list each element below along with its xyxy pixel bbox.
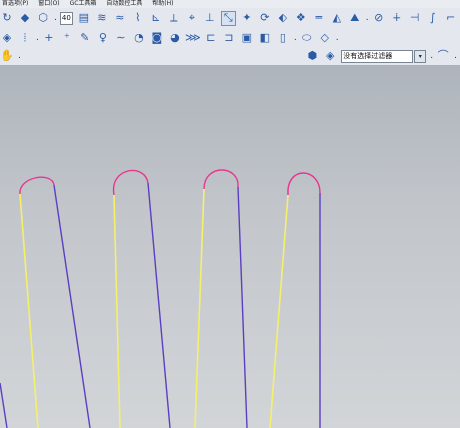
plane-icon[interactable]: ⊾	[149, 11, 163, 25]
value-field[interactable]: 40	[59, 11, 73, 25]
arc-icon[interactable]: ⊘	[372, 11, 386, 25]
curve3-icon[interactable]: ⌇	[131, 11, 145, 25]
purple-curve-1	[53, 184, 91, 428]
pencil-icon[interactable]: ✎	[78, 31, 92, 45]
hand-icon[interactable]: ✋	[0, 49, 14, 63]
filter-icon[interactable]: ◈	[323, 49, 337, 63]
surface-icon[interactable]: ⬭	[300, 31, 314, 45]
curve2-icon[interactable]: ≈	[113, 11, 127, 25]
axis-icon[interactable]: ⟂	[167, 11, 181, 25]
wire-cube-icon[interactable]: ⬡	[36, 11, 50, 25]
yellow-curve-1	[19, 193, 39, 428]
blend-icon[interactable]: ❖	[294, 11, 308, 25]
divide-icon[interactable]: ⊐	[222, 31, 236, 45]
magenta-arc-4	[287, 172, 321, 196]
project-icon[interactable]: ◙	[150, 31, 164, 45]
toolbar-row-2: ◈ ⦙ . + ⁺ ✎ ♀ ∼ ◔ ◙ ◕ ⋙ ⊏ ⊐ ▣ ◧ ▯ . ⬭ ◇ …	[0, 28, 460, 48]
selection-filter-field[interactable]: 没有选择过滤器	[341, 49, 414, 63]
select-icon[interactable]: ⬢	[305, 49, 319, 63]
analyze-icon[interactable]: ◧	[258, 31, 272, 45]
wave-select-icon[interactable]: ⌒	[436, 49, 450, 63]
plus-icon[interactable]: +	[42, 31, 56, 45]
graphics-viewport[interactable]	[0, 65, 460, 428]
toolbar-row-1: ↻ ◆ ⬡ . 40 ▤ ≋ ≈ ⌇ ⊾ ⟂ ⌖ ⊥ ⤡ ✦ ⟳ ⬖ ❖ ═ ◭…	[0, 8, 460, 29]
yellow-curve-3	[194, 188, 205, 428]
solid-cube-icon[interactable]: ◆	[18, 11, 32, 25]
point-constructor-icon[interactable]: ⦙	[18, 31, 32, 45]
datum-icon[interactable]: ⌖	[185, 11, 199, 25]
corner-icon[interactable]: ∔	[390, 11, 404, 25]
purple-curve-0	[0, 382, 8, 428]
line-icon[interactable]: ⛰	[348, 11, 362, 25]
sync-icon[interactable]: ⟳	[258, 11, 272, 25]
analysis-icon[interactable]: ✦	[240, 11, 254, 25]
menu-help[interactable]: 帮助(H)	[150, 0, 173, 7]
menu-auto-nc[interactable]: 自动数控工具	[104, 0, 142, 7]
chevron-down-icon[interactable]: ▾	[414, 49, 427, 63]
menu-window[interactable]: 窗口(O)	[36, 0, 59, 7]
point-icon[interactable]: ⊥	[203, 11, 217, 25]
measure-icon[interactable]: ⤡	[220, 10, 236, 26]
extend-icon[interactable]: ⋙	[185, 31, 201, 45]
render-icon[interactable]: ═	[312, 11, 326, 25]
line2-icon[interactable]: ⊣	[408, 11, 422, 25]
spline-icon[interactable]: ♀	[96, 31, 110, 45]
magenta-arc-3	[203, 169, 239, 190]
wave-icon[interactable]: ∼	[114, 31, 128, 45]
sheet-icon[interactable]: ▤	[77, 11, 91, 25]
menu-gc-toolbox[interactable]: GC工具箱	[68, 0, 97, 7]
toolbar-row-3: ✋ . ⬢ ◈ 没有选择过滤器 ▾ . ⌒ .	[0, 47, 460, 66]
bridge-icon[interactable]: ◕	[168, 31, 182, 45]
info-icon[interactable]: ▯	[276, 31, 290, 45]
menu-bar: 首选项(P) 窗口(O) GC工具箱 自动数控工具 帮助(H)	[0, 0, 460, 8]
menu-preferences[interactable]: 首选项(P)	[0, 0, 28, 7]
magenta-arc-1	[19, 176, 55, 195]
curve-icon[interactable]: ≋	[95, 11, 109, 25]
offset-icon[interactable]: ◔	[132, 31, 146, 45]
rotate-icon[interactable]: ↻	[0, 11, 14, 25]
curve-drawing	[0, 169, 321, 428]
trim-icon[interactable]: ⊏	[204, 31, 218, 45]
arc2-icon[interactable]: ∫	[426, 11, 440, 25]
point-set-icon[interactable]: ⁺	[60, 31, 74, 45]
purple-curve-2	[147, 182, 171, 428]
magenta-arc-2	[112, 169, 149, 196]
yellow-curve-2	[113, 194, 121, 428]
yellow-curve-4	[269, 194, 289, 428]
purple-curve-3	[237, 186, 248, 428]
grid-icon[interactable]: ◭	[330, 11, 344, 25]
corner2-icon[interactable]: ⌐	[444, 11, 458, 25]
snap-icon[interactable]: ◈	[0, 31, 14, 45]
layer-icon[interactable]: ⬖	[276, 11, 290, 25]
diamond-icon[interactable]: ◇	[318, 31, 332, 45]
edit-curve-icon[interactable]: ▣	[240, 31, 254, 45]
